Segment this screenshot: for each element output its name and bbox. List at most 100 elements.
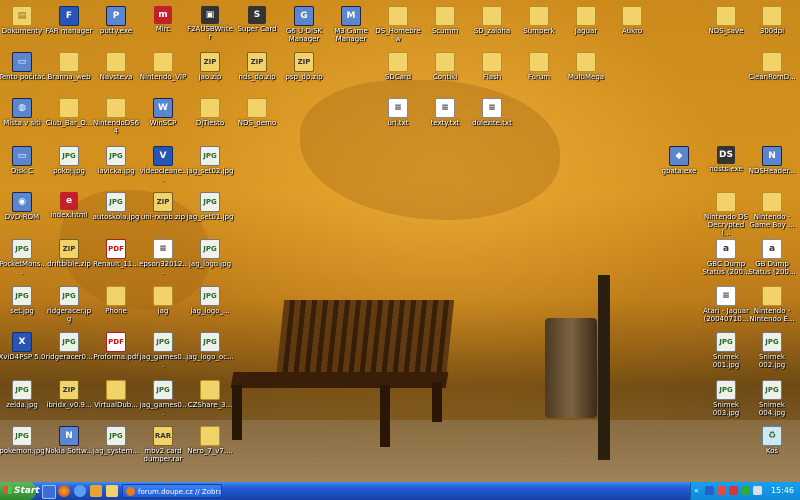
desktop-icon[interactable]: JPG Snimek 001.jpg — [702, 332, 750, 369]
desktop-icon[interactable]: Aukro — [608, 6, 656, 35]
volume-icon[interactable] — [753, 486, 762, 495]
desktop-icon[interactable]: JPG jag_games0... — [139, 380, 187, 417]
desktop-icon[interactable]: M M3 Game Manager — [327, 6, 375, 43]
desktop-icon[interactable]: Phone — [92, 286, 140, 315]
desktop-icon[interactable]: Contiki — [421, 52, 469, 81]
desktop-icon[interactable]: JPG PocketMons... — [0, 239, 46, 276]
desktop-icon[interactable]: Jaguar — [562, 6, 610, 35]
desktop-icon[interactable]: JPG autoskola.jpg — [92, 192, 140, 221]
desktop-icon[interactable]: Nero_7_v7.... — [186, 426, 234, 455]
desktop-icon[interactable]: Nintendo - Game Boy ... — [748, 192, 796, 229]
desktop-icon[interactable]: e index.html — [45, 192, 93, 219]
desktop-icon[interactable]: Nintendo_VIP — [139, 52, 187, 81]
desktop-icon[interactable]: JPG zelda.jpg — [0, 380, 46, 409]
desktop-icon[interactable]: Club_Bar_O... — [45, 98, 93, 127]
security-shield-icon[interactable] — [729, 486, 738, 495]
desktop-icon[interactable]: ◍ Místa v síti — [0, 98, 46, 127]
desktop-icon[interactable]: DS ndsts.exe — [702, 146, 750, 173]
desktop-icon[interactable]: ◉ DVD-ROM — [0, 192, 46, 221]
desktop-icon[interactable]: NintendoDS64 — [92, 98, 140, 135]
desktop-icon[interactable]: 300dpi — [748, 6, 796, 35]
desktop-icon[interactable]: JPG ridgeracer0... — [45, 332, 93, 361]
desktop-icon[interactable]: N Nokia Softw... — [45, 426, 93, 455]
desktop-icon[interactable]: JPG jag_logo.jpg — [186, 239, 234, 268]
desktop-icon[interactable]: JPG jag_logo_oc... — [186, 332, 234, 361]
desktop-icon[interactable]: a GBC Dump Status (200... — [702, 239, 750, 276]
desktop-icon[interactable]: ZIP nds_dp.zip — [233, 52, 281, 81]
desktop-icon[interactable]: ▣ F2AUSBWriter — [186, 6, 234, 41]
desktop-icon[interactable]: ZIP psp_dp.zip — [280, 52, 328, 81]
desktop-icon[interactable]: JPG jag_logo_... — [186, 286, 234, 315]
taskbar-window-button[interactable]: forum.doupe.cz // Zobra... — [122, 484, 222, 498]
desktop-icon[interactable]: ZIP ibridx_v0.9... — [45, 380, 93, 409]
desktop-icon[interactable]: ♻ Koš — [748, 426, 796, 455]
desktop-icon[interactable]: CZShare_3... — [186, 380, 234, 409]
desktop-icon[interactable]: JPG jag_set01.jpg — [186, 192, 234, 221]
desktop-icon[interactable]: RAR mbv2 card dumper.rar — [139, 426, 187, 463]
tray-app-icon[interactable] — [717, 486, 726, 495]
tray-expand-button[interactable]: « — [694, 482, 699, 500]
desktop-icon[interactable]: JPG Snimek 004.jpg — [748, 380, 796, 417]
desktop-icon[interactable]: PDF Renault_11... — [92, 239, 140, 268]
desktop-icon[interactable]: ZIP uni-rxrpb.zip — [139, 192, 187, 221]
desktop-icon[interactable]: Flash — [468, 52, 516, 81]
desktop-icon[interactable]: ▤ Dokumenty — [0, 6, 46, 35]
desktop-icon[interactable]: ≡ dulezite.txt — [468, 98, 516, 127]
firefox-icon[interactable] — [58, 485, 70, 497]
desktop-icon[interactable]: JPG ridgeracer.jpg — [45, 286, 93, 323]
desktop-icon[interactable]: X XviD4PSP 5.0 — [0, 332, 46, 361]
desktop-icon[interactable]: Forum — [515, 52, 563, 81]
desktop-icon[interactable]: Scumm — [421, 6, 469, 35]
desktop-icon[interactable]: CleanRomD... — [748, 52, 796, 81]
desktop-icon[interactable]: Vvideocleane... — [139, 146, 187, 183]
desktop-icon[interactable]: ▭ Disk C — [0, 146, 46, 175]
desktop-icon[interactable]: JPG Snimek 002.jpg — [748, 332, 796, 369]
explorer-icon[interactable] — [106, 485, 118, 497]
desktop-icon[interactable]: Navsteva — [92, 52, 140, 81]
desktop-icon[interactable]: m Mirc — [139, 6, 187, 33]
desktop-icon[interactable]: SDCard — [374, 52, 422, 81]
desktop-icon[interactable]: JPG jag_system... — [92, 426, 140, 455]
desktop-icon[interactable]: ≡ Atari - Jaguar (20040710... — [702, 286, 750, 323]
desktop-icon[interactable]: JPG Snimek 003.jpg — [702, 380, 750, 417]
media-player-icon[interactable] — [90, 485, 102, 497]
desktop-icon[interactable]: SD_zaloha — [468, 6, 516, 35]
desktop[interactable]: ▤ Dokumenty F FAR manager Pputty.exe m Mirc ▣ F2… — [0, 0, 800, 482]
desktop-icon[interactable]: VirtualDub... — [92, 380, 140, 409]
desktop-icon[interactable]: JPG pokemon.jpg — [0, 426, 46, 455]
desktop-icon[interactable]: N NDSHeader... — [748, 146, 796, 175]
desktop-icon[interactable]: NDS_demo — [233, 98, 281, 127]
desktop-icon[interactable]: F FAR manager — [45, 6, 93, 35]
desktop-icon[interactable]: ≡ epson32012... — [139, 239, 187, 276]
desktop-icon[interactable]: JPG jag_games0... — [139, 332, 187, 369]
desktop-icon[interactable]: Pputty.exe — [92, 6, 140, 35]
desktop-icon[interactable]: DjTiesto — [186, 98, 234, 127]
desktop-icon[interactable]: W WinSCP — [139, 98, 187, 127]
tray-app-icon[interactable] — [741, 486, 750, 495]
desktop-icon[interactable]: PDF Proforma.pdf — [92, 332, 140, 361]
desktop-icon[interactable]: ≡ url.txt — [374, 98, 422, 127]
desktop-icon[interactable]: ZIP driftbible.zip — [45, 239, 93, 268]
desktop-icon[interactable]: JPG jag_set02.jpg — [186, 146, 234, 175]
desktop-icon[interactable]: Branna_web — [45, 52, 93, 81]
desktop-icon[interactable]: G G6 U-DISK Manager — [280, 6, 328, 43]
desktop-icon[interactable]: NDS_save — [702, 6, 750, 35]
desktop-icon[interactable]: jag — [139, 286, 187, 315]
show-desktop-icon[interactable] — [42, 485, 56, 499]
desktop-icon[interactable]: MultiMega — [562, 52, 610, 81]
network-icon[interactable] — [705, 486, 714, 495]
desktop-icon[interactable]: DS_Homebrew — [374, 6, 422, 43]
desktop-icon[interactable]: S Super Card — [233, 6, 281, 33]
desktop-icon[interactable]: ≡ texty.txt — [421, 98, 469, 127]
desktop-icon[interactable]: JPG set.jpg — [0, 286, 46, 315]
desktop-icon[interactable]: a GB Dump Status (200... — [748, 239, 796, 276]
desktop-icon[interactable]: ZIP jao.zip — [186, 52, 234, 81]
internet-explorer-icon[interactable] — [74, 485, 86, 497]
desktop-icon[interactable]: ◆ gbata.exe — [655, 146, 703, 175]
desktop-icon[interactable]: Nintendo - Nintendo E... — [748, 286, 796, 323]
start-button[interactable]: Start — [0, 482, 40, 500]
desktop-icon[interactable]: Sumperk — [515, 6, 563, 35]
desktop-icon[interactable]: ▭ Tento počítač — [0, 52, 46, 81]
desktop-icon[interactable]: JPG pokoj.jpg — [45, 146, 93, 175]
desktop-icon[interactable]: Nintendo DS Decrypted (... — [702, 192, 750, 237]
